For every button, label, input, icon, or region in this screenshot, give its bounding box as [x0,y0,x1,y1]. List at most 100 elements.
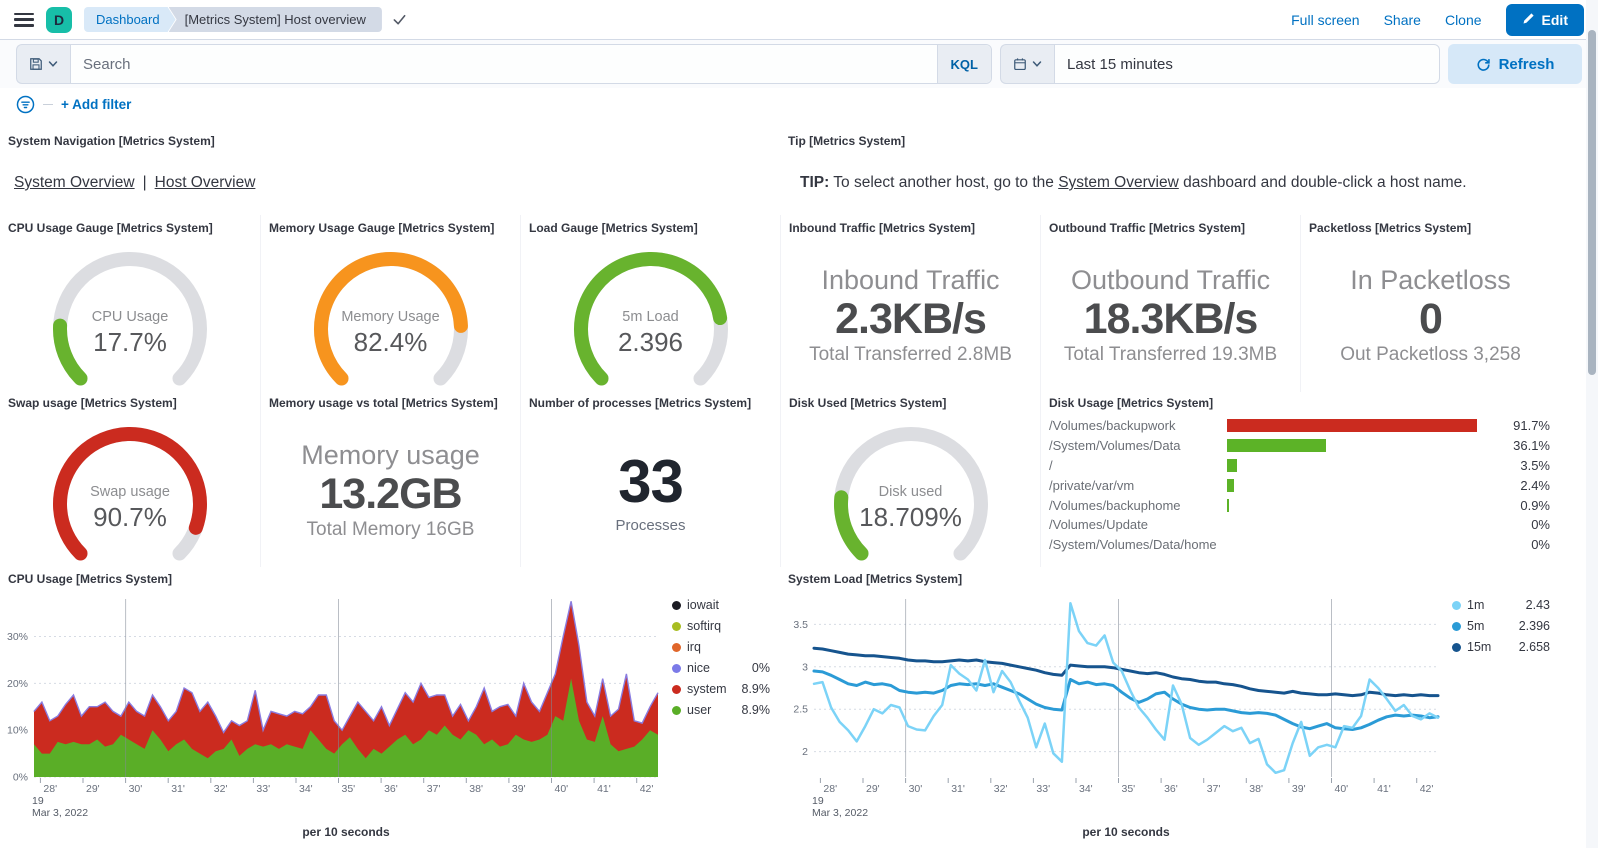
load-gauge: 5m Load2.396 [566,245,736,392]
filter-icon[interactable] [16,95,35,114]
refresh-icon [1476,57,1491,72]
svg-text:29': 29' [86,783,100,795]
legend-item-softirq[interactable]: softirq [672,619,770,633]
panel-number-of-processes: Number of processes [Metrics System] 33 … [520,390,780,567]
add-filter-button[interactable]: + Add filter [61,97,131,112]
panel-title: Memory Usage Gauge [Metrics System] [269,221,494,235]
share-link[interactable]: Share [1384,12,1421,28]
panel-system-navigation: System Navigation [Metrics System] Syste… [0,128,780,215]
svg-text:28': 28' [43,783,57,795]
legend-item-irq[interactable]: irq [672,640,770,654]
memory-usage-value: 13.2GB [319,471,461,518]
system-load-chart[interactable]: 22.533.528'29'30'31'32'33'34'35'36'37'38… [780,565,1560,848]
legend-label: system [687,682,727,696]
disk-usage-bar [1227,439,1326,452]
disk-usage-bar-track [1227,419,1500,432]
svg-text:28': 28' [823,783,837,795]
legend-label: 5m [1467,619,1484,633]
disk-usage-percent: 0% [1500,517,1550,532]
svg-text:29': 29' [866,783,880,795]
date-picker-menu-button[interactable] [1000,44,1054,84]
svg-text:Mar 3, 2022: Mar 3, 2022 [812,807,868,819]
edit-button[interactable]: Edit [1506,4,1584,36]
disk-used-gauge: Disk used18.709% [826,420,996,567]
legend-item-1m[interactable]: 1m2.43 [1452,598,1550,612]
panel-swap-usage-gauge: Swap usage [Metrics System] Swap usage90… [0,390,260,567]
breadcrumb-current: [Metrics System] Host overview [169,7,382,32]
disk-usage-percent: 36.1% [1500,438,1550,453]
disk-usage-percent: 3.5% [1500,458,1550,473]
legend-label: 1m [1467,598,1484,612]
disk-usage-bar [1227,499,1229,512]
menu-icon[interactable] [14,13,34,27]
panel-title: CPU Usage [Metrics System] [8,572,172,586]
panel-cpu-usage-chart: 0%10%20%30%28'29'30'31'32'33'34'35'36'37… [0,565,780,848]
svg-text:42': 42' [640,783,654,795]
legend-dot [1452,601,1461,610]
legend-item-iowait[interactable]: iowait [672,598,770,612]
svg-text:36': 36' [384,783,398,795]
clone-link[interactable]: Clone [1445,12,1482,28]
svg-text:32': 32' [994,783,1008,795]
tip-text: TIP: To select another host, go to the S… [800,174,1552,192]
disk-usage-bar-track [1227,538,1500,551]
panel-packetloss: Packetloss [Metrics System] In Packetlos… [1300,215,1560,392]
legend-item-5m[interactable]: 5m2.396 [1452,619,1550,633]
disk-usage-row: /Volumes/backuphome0.9% [1049,495,1550,515]
load-chart-legend: 1m2.43 5m2.396 15m2.658 [1452,598,1550,654]
cpu-usage-chart[interactable]: 0%10%20%30%28'29'30'31'32'33'34'35'36'37… [0,565,780,848]
panel-system-load-chart: 22.533.528'29'30'31'32'33'34'35'36'37'38… [780,565,1560,848]
disk-usage-bar [1227,479,1234,492]
disk-usage-bar-track [1227,459,1500,472]
panel-title: CPU Usage Gauge [Metrics System] [8,221,213,235]
disk-usage-row: /Volumes/Update0% [1049,515,1550,535]
legend-item-nice[interactable]: nice0% [672,661,770,675]
legend-dot [672,643,681,652]
disk-mount-label: /System/Volumes/Data/home [1049,537,1227,552]
breadcrumb-dashboard[interactable]: Dashboard [84,7,176,32]
panel-title: Memory usage vs total [Metrics System] [269,396,498,410]
full-screen-link[interactable]: Full screen [1291,12,1359,28]
panel-load-gauge: Load Gauge [Metrics System] 5m Load2.396 [520,215,780,392]
time-range-button[interactable]: Last 15 minutes [1054,44,1440,84]
saved-query-menu-button[interactable] [16,44,70,84]
tip-system-overview-link[interactable]: System Overview [1058,174,1179,191]
system-overview-link[interactable]: System Overview [14,174,135,191]
panel-memory-usage-vs-total: Memory usage vs total [Metrics System] M… [260,390,520,567]
breadcrumb: Dashboard [Metrics System] Host overview [84,7,407,32]
legend-label: nice [687,661,710,675]
panel-title: Inbound Traffic [Metrics System] [789,221,975,235]
refresh-button[interactable]: Refresh [1448,44,1582,84]
svg-text:34': 34' [1079,783,1093,795]
svg-text:37': 37' [1207,783,1221,795]
disk-usage-bar-track [1227,439,1500,452]
svg-text:30%: 30% [7,631,28,643]
disk-usage-bar-track [1227,479,1500,492]
disk-mount-label: /Volumes/backupwork [1049,418,1227,433]
legend-item-system[interactable]: system8.9% [672,682,770,696]
panel-title: Load Gauge [Metrics System] [529,221,698,235]
app-logo[interactable]: D [46,7,72,33]
disk-usage-row: /private/var/vm2.4% [1049,475,1550,495]
legend-item-15m[interactable]: 15m2.658 [1452,640,1550,654]
x-axis-title: per 10 seconds [34,825,658,839]
kql-selector[interactable]: KQL [937,45,991,83]
legend-item-user[interactable]: user8.9% [672,703,770,717]
panel-outbound-traffic: Outbound Traffic [Metrics System] Outbou… [1040,215,1300,392]
svg-text:35': 35' [1122,783,1136,795]
svg-text:19: 19 [812,795,824,807]
scrollbar-thumb[interactable] [1588,30,1596,375]
host-overview-link[interactable]: Host Overview [155,174,256,191]
outbound-traffic-value: 18.3KB/s [1084,296,1258,343]
disk-usage-percent: 2.4% [1500,478,1550,493]
panel-cpu-usage-gauge: CPU Usage Gauge [Metrics System] CPU Usa… [0,215,260,392]
pencil-icon [1522,12,1535,28]
legend-dot [672,706,681,715]
search-input[interactable] [83,56,937,73]
disk-usage-row: /Volumes/backupwork91.7% [1049,416,1550,436]
disk-usage-row: /3.5% [1049,456,1550,476]
panel-title: Tip [Metrics System] [788,134,905,148]
svg-text:3.5: 3.5 [793,619,808,631]
memory-usage-gauge: Memory Usage82.4% [306,245,476,392]
svg-text:31': 31' [171,783,185,795]
